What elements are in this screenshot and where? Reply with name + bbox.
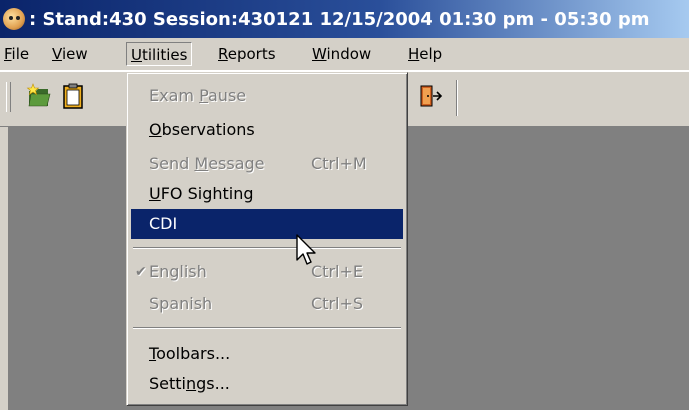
mouse-pointer-icon: [296, 234, 318, 272]
menu-help[interactable]: Help: [404, 42, 446, 66]
menu-item-english[interactable]: ✔ English Ctrl+E: [131, 257, 403, 287]
app-face-icon[interactable]: [3, 8, 25, 30]
menu-item-spanish[interactable]: Spanish Ctrl+S: [131, 289, 403, 319]
menu-item-settings[interactable]: Settings...: [131, 369, 403, 399]
new-folder-icon[interactable]: [26, 82, 52, 110]
window-title: : Stand:430 Session:430121 12/15/2004 01…: [29, 8, 650, 30]
exit-door-icon[interactable]: [418, 82, 444, 110]
toolbar-grip[interactable]: [6, 82, 11, 112]
shortcut-label: Ctrl+E: [311, 262, 363, 281]
menu-window[interactable]: Window: [308, 42, 375, 66]
toolbar-separator: [456, 80, 458, 116]
menu-item-exam-pause[interactable]: Exam Pause: [131, 81, 403, 111]
menu-separator: [133, 327, 401, 329]
menu-item-send-message[interactable]: Send Message Ctrl+M: [131, 149, 403, 179]
menu-file[interactable]: File: [0, 42, 33, 66]
menu-item-cdi[interactable]: CDI: [131, 209, 403, 239]
menu-view[interactable]: View: [48, 42, 92, 66]
menu-bar: File View Utilities Reports Window Help: [0, 38, 689, 71]
shortcut-label: Ctrl+S: [311, 294, 364, 313]
menu-separator: [133, 247, 401, 249]
menu-reports[interactable]: Reports: [214, 42, 280, 66]
menu-utilities[interactable]: Utilities: [126, 42, 193, 66]
clipboard-icon[interactable]: [60, 82, 86, 110]
title-bar[interactable]: : Stand:430 Session:430121 12/15/2004 01…: [0, 0, 689, 38]
left-frame: [0, 127, 8, 410]
shortcut-label: Ctrl+M: [311, 154, 367, 173]
checkmark-icon: ✔: [135, 264, 147, 280]
menu-item-ufo-sighting[interactable]: UFO Sighting: [131, 179, 403, 209]
menu-item-toolbars[interactable]: Toolbars...: [131, 339, 403, 369]
utilities-menu: Exam Pause Observations Send Message Ctr…: [126, 72, 408, 406]
menu-item-observations[interactable]: Observations: [131, 115, 403, 145]
